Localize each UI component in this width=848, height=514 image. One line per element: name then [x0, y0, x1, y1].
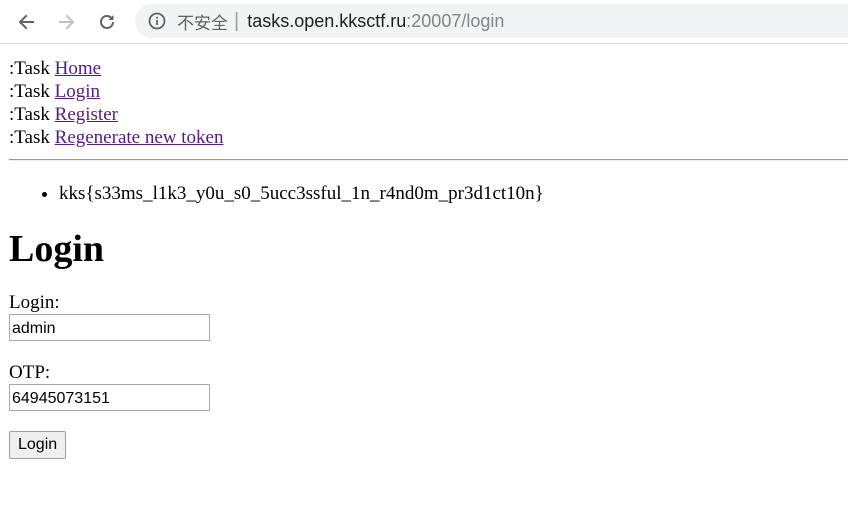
arrow-right-icon — [59, 14, 75, 30]
forward-button[interactable] — [54, 9, 80, 35]
browser-toolbar: 不安全 | tasks.open.kksctf.ru:20007/login — [0, 0, 848, 44]
reload-button[interactable] — [94, 9, 120, 35]
reload-icon — [100, 15, 114, 29]
otp-label: OTP: — [9, 362, 51, 383]
nav-item-login: :Task Login — [9, 80, 848, 103]
url-host: tasks.open.kksctf.ru — [247, 10, 407, 31]
task-nav: :Task Home :Task Login :Task Register :T… — [9, 57, 848, 149]
divider — [9, 159, 848, 161]
home-link[interactable]: Home — [55, 58, 101, 79]
login-form: Login: OTP: Login — [9, 292, 848, 459]
register-link[interactable]: Register — [55, 104, 118, 125]
nav-item-register: :Task Register — [9, 103, 848, 126]
nav-item-regenerate-token: :Task Regenerate new token — [9, 126, 848, 149]
url-path: :20007/login — [406, 10, 505, 31]
login-label: Login: — [9, 292, 60, 313]
otp-input[interactable] — [9, 384, 210, 411]
url-separator: | — [234, 9, 240, 32]
flag-message: kks{s33ms_l1k3_y0u_s0_5ucc3ssful_1n_r4nd… — [59, 182, 848, 205]
page-title: Login — [9, 228, 105, 270]
security-label: 不安全 — [177, 13, 228, 34]
back-button[interactable] — [13, 9, 39, 35]
nav-prefix: :Task — [9, 58, 55, 79]
nav-prefix: :Task — [9, 81, 55, 102]
nav-prefix: :Task — [9, 127, 55, 148]
info-icon[interactable] — [147, 11, 167, 31]
regenerate-token-link[interactable]: Regenerate new token — [55, 127, 224, 148]
message-list: kks{s33ms_l1k3_y0u_s0_5ucc3ssful_1n_r4nd… — [9, 182, 848, 205]
login-submit-button[interactable]: Login — [9, 431, 67, 459]
page-content: :Task Home :Task Login :Task Register :T… — [9, 57, 848, 459]
login-link[interactable]: Login — [55, 81, 100, 102]
address-bar[interactable]: 不安全 | tasks.open.kksctf.ru:20007/login — [135, 4, 848, 38]
login-input[interactable] — [9, 314, 210, 341]
arrow-left-icon — [18, 14, 34, 30]
nav-item-home: :Task Home — [9, 57, 848, 80]
nav-prefix: :Task — [9, 104, 55, 125]
